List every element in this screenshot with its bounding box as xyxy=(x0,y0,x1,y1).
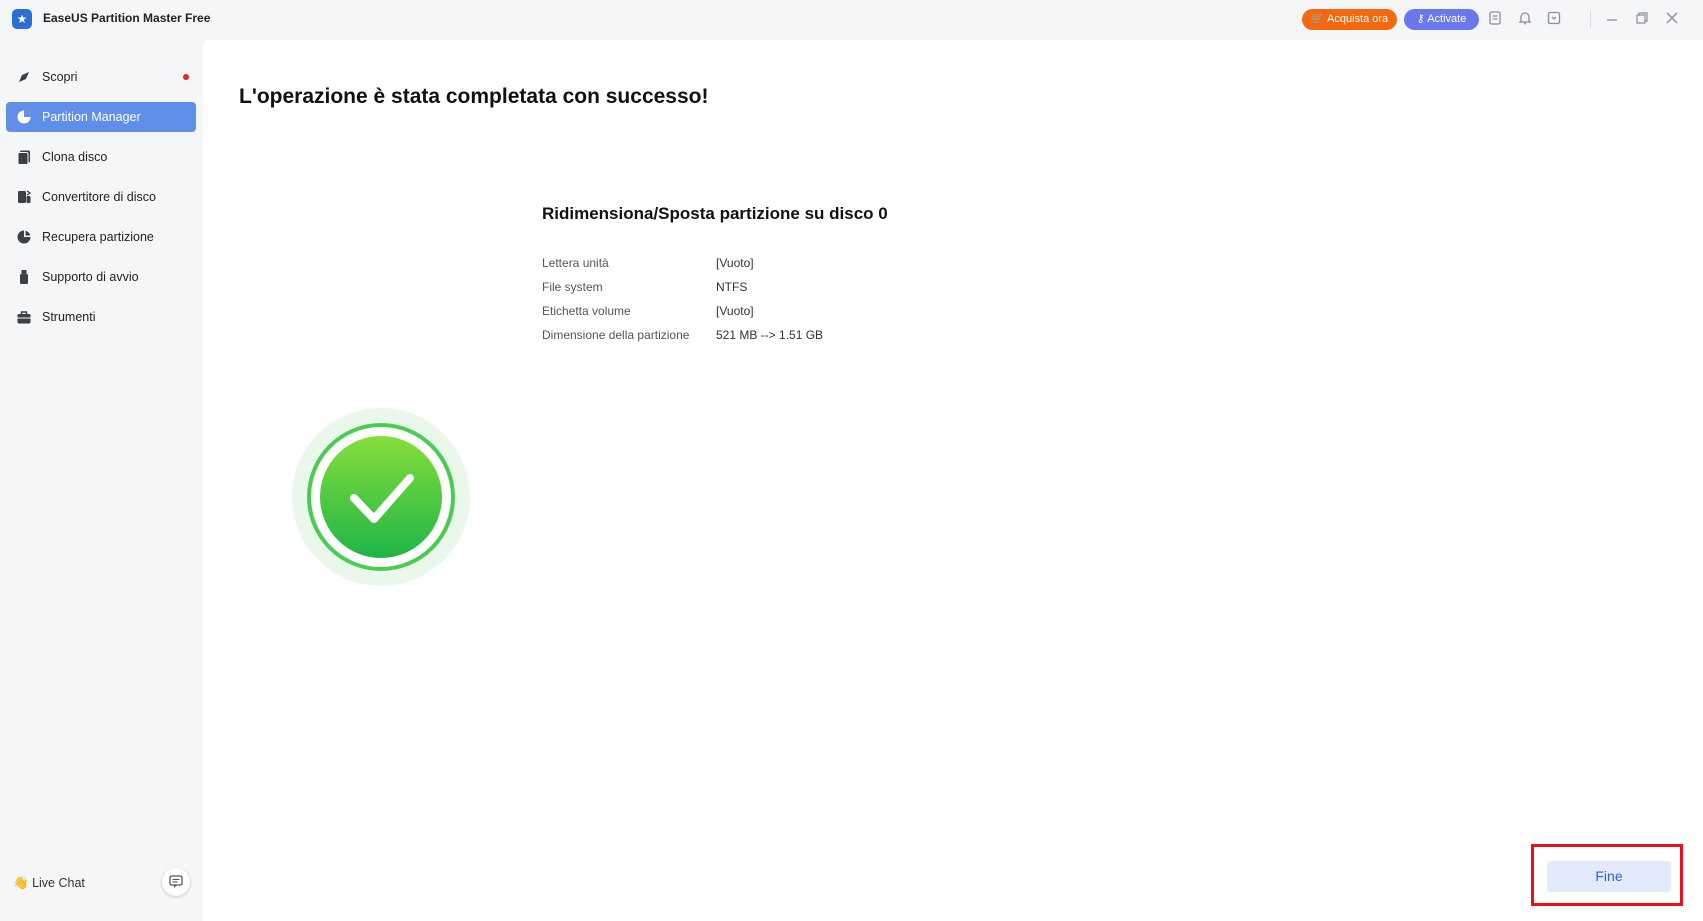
property-value: [Vuoto] xyxy=(716,304,754,318)
sidebar-item-label: Convertitore di disco xyxy=(42,190,156,204)
waving-hand-icon: 👋 xyxy=(13,876,29,890)
sidebar-item-label: Partition Manager xyxy=(42,110,141,124)
clone-disk-icon xyxy=(17,150,30,165)
compass-icon xyxy=(19,72,29,82)
dropdown-menu-icon[interactable] xyxy=(1545,10,1563,28)
notification-dot xyxy=(183,74,189,80)
sidebar-item-label: Supporto di avvio xyxy=(42,270,139,284)
app-title: EaseUS Partition Master Free xyxy=(43,11,211,25)
minimize-icon[interactable] xyxy=(1603,10,1621,28)
chat-button[interactable] xyxy=(162,868,190,896)
property-value: [Vuoto] xyxy=(716,256,754,270)
property-value: NTFS xyxy=(716,280,748,294)
app-logo-icon: ★ xyxy=(12,9,32,29)
live-chat-link[interactable]: 👋 Live Chat xyxy=(13,876,85,891)
property-label: Etichetta volume xyxy=(542,304,631,318)
titlebar-divider xyxy=(1590,11,1591,27)
chat-bubble-icon xyxy=(169,875,183,888)
sidebar-item-label: Recupera partizione xyxy=(42,230,154,244)
recover-partition-icon xyxy=(17,230,31,244)
sidebar-item-strumenti[interactable]: Strumenti xyxy=(6,302,196,332)
sidebar-item-recupera-partizione[interactable]: Recupera partizione xyxy=(6,222,196,252)
activate-button[interactable]: ⚷ Activate xyxy=(1404,9,1479,30)
sidebar-item-clona-disco[interactable]: Clona disco xyxy=(6,142,196,172)
property-label: Lettera unità xyxy=(542,256,609,270)
title-bar: ★ EaseUS Partition Master Free 🛒 Acquist… xyxy=(0,0,1703,38)
sidebar-item-scopri[interactable]: Scopri xyxy=(6,62,196,92)
sidebar-item-convertitore-di-disco[interactable]: Convertitore di disco xyxy=(6,182,196,212)
toolbox-icon xyxy=(17,311,31,324)
finish-button[interactable]: Fine xyxy=(1547,861,1671,892)
sidebar-item-partition-manager[interactable]: Partition Manager xyxy=(6,102,196,132)
key-icon: ⚷ xyxy=(1416,13,1425,25)
pie-chart-icon xyxy=(17,110,31,124)
property-label: Dimensione della partizione xyxy=(542,328,690,342)
main-panel: L'operazione è stata completata con succ… xyxy=(203,40,1703,921)
property-label: File system xyxy=(542,280,603,294)
close-icon[interactable] xyxy=(1663,10,1681,28)
page-title: L'operazione è stata completata con succ… xyxy=(239,85,709,108)
operation-title: Ridimensiona/Sposta partizione su disco … xyxy=(542,204,888,223)
sidebar-item-label: Clona disco xyxy=(42,150,108,164)
live-chat-label: Live Chat xyxy=(32,876,85,890)
activate-label: Activate xyxy=(1427,13,1467,25)
success-check-icon xyxy=(292,408,470,586)
sidebar-item-label: Strumenti xyxy=(42,310,96,324)
buy-now-label: Acquista ora xyxy=(1327,13,1389,25)
buy-now-button[interactable]: 🛒 Acquista ora xyxy=(1302,9,1397,30)
sidebar-item-supporto-di-avvio[interactable]: Supporto di avvio xyxy=(6,262,196,292)
cart-icon: 🛒 xyxy=(1310,13,1325,25)
restore-icon[interactable] xyxy=(1633,10,1651,28)
bell-icon[interactable] xyxy=(1516,10,1534,28)
sidebar: Scopri Partition Manager Clona disco Con… xyxy=(0,38,203,921)
property-value: 521 MB --> 1.51 GB xyxy=(716,328,824,342)
notes-icon[interactable] xyxy=(1486,10,1504,28)
disk-convert-icon xyxy=(18,190,32,203)
usb-drive-icon xyxy=(20,270,28,284)
sidebar-item-label: Scopri xyxy=(42,70,78,84)
